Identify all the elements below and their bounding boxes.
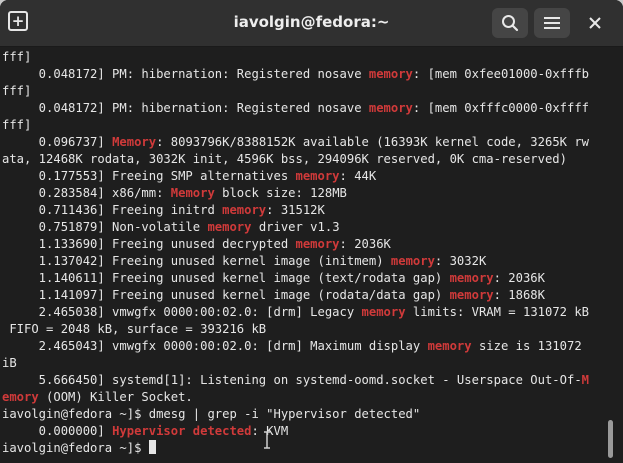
terminal-text: 0.283584] x86/mm:	[2, 186, 171, 200]
terminal-text: 1.133690] Freeing unused decrypted	[2, 237, 296, 251]
terminal-text: iavolgin@fedora ~]$	[2, 441, 149, 455]
terminal-line: 1.141097] Freeing unused kernel image (r…	[2, 287, 545, 303]
highlighted-match: memory	[222, 203, 267, 217]
terminal-line: 1.137042] Freeing unused kernel image (i…	[2, 253, 487, 269]
highlighted-match: Hypervisor detected	[112, 424, 252, 438]
terminal-text: limits: VRAM = 131072 kB	[405, 305, 590, 319]
terminal-cursor	[148, 440, 156, 454]
terminal-line: iavolgin@fedora ~]$ dmesg | grep -i "Hyp…	[2, 406, 420, 422]
terminal-line: FIFO = 2048 kB, surface = 393216 kB	[2, 321, 266, 337]
terminal-line: 0.751879] Non-volatile memory driver v1.…	[2, 219, 340, 235]
text-cursor-icon	[264, 431, 270, 449]
hamburger-menu-icon	[544, 17, 560, 29]
highlighted-match: memory	[295, 169, 340, 183]
terminal-text: iavolgin@fedora ~]$ dmesg | grep -i "Hyp…	[2, 407, 421, 421]
terminal-text: : 3032K	[434, 254, 487, 268]
window-title: iavolgin@fedora:~	[233, 13, 390, 31]
highlighted-match: memory	[449, 271, 494, 285]
terminal-text: : 44K	[339, 169, 377, 183]
highlighted-match: memory	[427, 339, 472, 353]
menu-button[interactable]	[534, 8, 570, 38]
highlighted-match: Memory	[170, 186, 215, 200]
terminal-line: 0.096737] Memory: 8093796K/8388152K avai…	[2, 134, 589, 150]
terminal-text: : [mem 0xfee01000-0xfffb	[412, 67, 590, 81]
highlighted-match: M	[581, 373, 590, 387]
terminal-text: 0.000000]	[2, 424, 113, 438]
close-icon	[589, 17, 601, 29]
highlighted-match: emory	[2, 390, 39, 404]
highlighted-match: memory	[361, 305, 406, 319]
terminal-line: 2.465043] vmwgfx 0000:00:02.0: [drm] Max…	[2, 338, 582, 354]
terminal-text: 0.177553] Freeing SMP alternatives	[2, 169, 296, 183]
terminal-line: 1.140611] Freeing unused kernel image (t…	[2, 270, 545, 286]
terminal-output[interactable]: fff] 0.048172] PM: hibernation: Register…	[0, 47, 605, 463]
highlighted-match: memory	[368, 101, 413, 115]
terminal-text: : 31512K	[266, 203, 325, 217]
terminal-window: + iavolgin@fedora:~ fff] 0.048172] PM: h…	[0, 0, 623, 463]
terminal-text: : 8093796K/8388152K available (16393K ke…	[156, 135, 590, 149]
highlighted-match: memory	[390, 254, 435, 268]
scrollbar[interactable]	[608, 420, 613, 458]
terminal-line: iavolgin@fedora ~]$	[2, 440, 156, 456]
terminal-line: fff]	[2, 49, 31, 65]
terminal-line: 5.666450] systemd[1]: Listening on syste…	[2, 372, 589, 388]
terminal-line: fff]	[2, 117, 31, 133]
search-icon	[502, 15, 519, 32]
terminal-text: 5.666450] systemd[1]: Listening on syste…	[2, 373, 582, 387]
terminal-text: : 2036K	[493, 271, 545, 285]
terminal-text: 0.048172] PM: hibernation: Registered no…	[2, 101, 369, 115]
terminal-text: fff]	[2, 50, 32, 64]
terminal-text: 1.137042] Freeing unused kernel image (i…	[2, 254, 391, 268]
terminal-text: : [mem 0xfffc0000-0xffff	[412, 101, 590, 115]
terminal-line: 0.048172] PM: hibernation: Registered no…	[2, 100, 589, 116]
terminal-text: 0.096737]	[2, 135, 113, 149]
terminal-line: 0.177553] Freeing SMP alternatives memor…	[2, 168, 377, 184]
terminal-text: 2.465043] vmwgfx 0000:00:02.0: [drm] Max…	[2, 339, 428, 353]
highlighted-match: memory	[295, 237, 340, 251]
terminal-text: fff]	[2, 118, 32, 132]
terminal-text: : 2036K	[339, 237, 391, 251]
highlighted-match: memory	[207, 220, 252, 234]
terminal-line: fff]	[2, 83, 31, 99]
terminal-text: : 1868K	[493, 288, 545, 302]
terminal-line: 1.133690] Freeing unused decrypted memor…	[2, 236, 391, 252]
terminal-text: 0.711436] Freeing initrd	[2, 203, 223, 217]
terminal-text: ata, 12468K rodata, 3032K init, 4596K bs…	[2, 152, 567, 166]
terminal-line: 0.711436] Freeing initrd memory: 31512K	[2, 202, 325, 218]
highlighted-match: Memory	[112, 135, 157, 149]
terminal-text: block size: 128MB	[214, 186, 347, 200]
terminal-text: driver v1.3	[251, 220, 340, 234]
terminal-text: FIFO = 2048 kB, surface = 393216 kB	[2, 322, 267, 336]
terminal-text: size is 131072	[471, 339, 582, 353]
search-button[interactable]	[492, 8, 528, 38]
title-bar: + iavolgin@fedora:~	[0, 0, 623, 47]
terminal-text: 2.465038] vmwgfx 0000:00:02.0: [drm] Leg…	[2, 305, 362, 319]
highlighted-match: memory	[449, 288, 494, 302]
terminal-line: 0.048172] PM: hibernation: Registered no…	[2, 66, 589, 82]
terminal-text: (OOM) Killer Socket.	[38, 390, 193, 404]
terminal-text: 1.140611] Freeing unused kernel image (t…	[2, 271, 450, 285]
terminal-line: iB	[2, 355, 17, 371]
terminal-text: 0.048172] PM: hibernation: Registered no…	[2, 67, 369, 81]
terminal-line: ata, 12468K rodata, 3032K init, 4596K bs…	[2, 151, 567, 167]
terminal-line: 0.283584] x86/mm: Memory block size: 128…	[2, 185, 347, 201]
terminal-text: fff]	[2, 84, 32, 98]
terminal-text: 1.141097] Freeing unused kernel image (r…	[2, 288, 450, 302]
terminal-text: iB	[2, 356, 17, 370]
terminal-line: emory (OOM) Killer Socket.	[2, 389, 193, 405]
highlighted-match: memory	[368, 67, 413, 81]
close-button[interactable]	[580, 8, 610, 38]
terminal-text: 0.751879] Non-volatile	[2, 220, 208, 234]
terminal-line: 0.000000] Hypervisor detected: KVM	[2, 423, 289, 439]
terminal-line: 2.465038] vmwgfx 0000:00:02.0: [drm] Leg…	[2, 304, 589, 320]
